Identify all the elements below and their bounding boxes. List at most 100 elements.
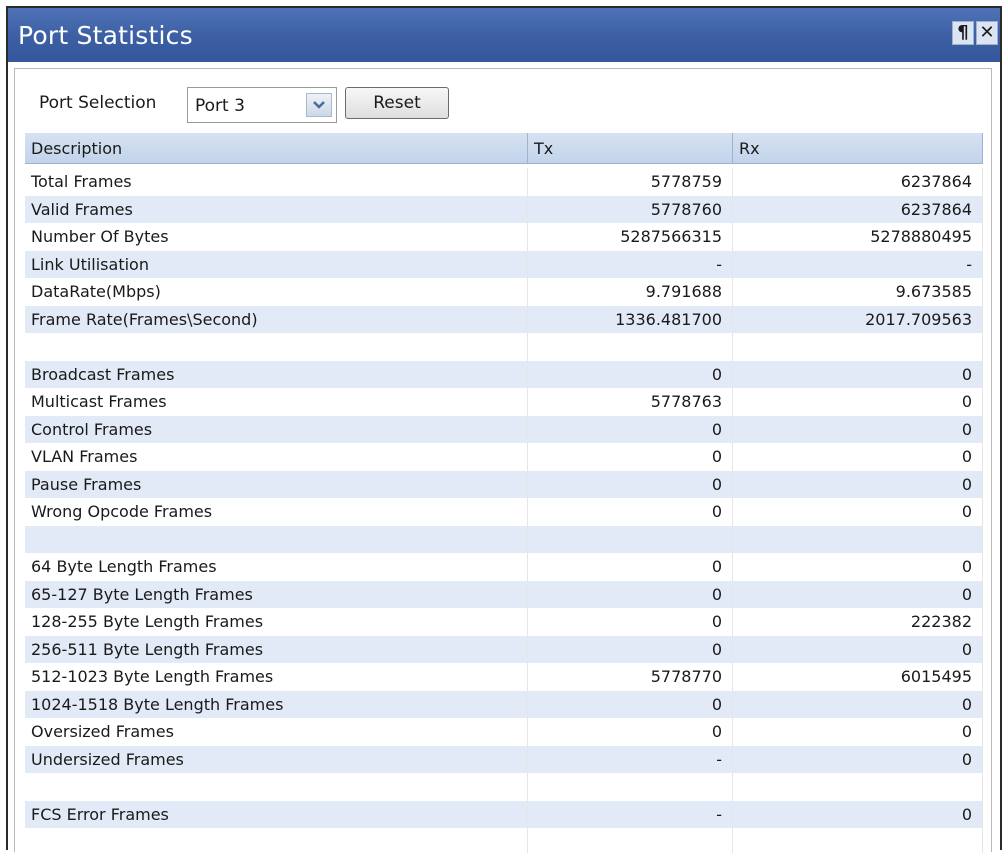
table-row[interactable]: Number Of Bytes 5287566315 5278880495 xyxy=(25,223,983,251)
table-row[interactable]: Valid Frames 5778760 6237864 xyxy=(25,195,983,223)
table-row[interactable]: Pause Frames 0 0 xyxy=(25,470,983,498)
title-bar: Port Statistics ¶ ✕ xyxy=(8,8,1000,62)
panel-content: Port Selection Port 3 Reset Description … xyxy=(14,68,992,853)
cell-rx xyxy=(733,525,983,553)
cell-rx: 222382 xyxy=(733,608,983,636)
table-header: Description Tx Rx xyxy=(25,133,983,164)
table-row[interactable]: Broadcast Frames 0 0 xyxy=(25,360,983,388)
cell-rx: 0 xyxy=(733,553,983,581)
cell-tx: 0 xyxy=(528,553,733,581)
table-row[interactable] xyxy=(25,333,983,361)
table-row[interactable]: VLAN Frames 0 0 xyxy=(25,443,983,471)
cell-rx: - xyxy=(733,250,983,278)
cell-description: Wrong Opcode Frames xyxy=(25,498,528,526)
cell-tx: - xyxy=(528,800,733,828)
cell-tx: 9.791688 xyxy=(528,278,733,306)
cell-rx: 0 xyxy=(733,360,983,388)
cell-rx: 0 xyxy=(733,388,983,416)
chevron-down-icon[interactable] xyxy=(306,93,332,117)
cell-rx xyxy=(733,828,983,853)
cell-tx: 0 xyxy=(528,443,733,471)
cell-description: Oversized Frames xyxy=(25,718,528,746)
cell-description xyxy=(25,333,528,361)
table-row[interactable]: 512-1023 Byte Length Frames 5778770 601549… xyxy=(25,663,983,691)
table-row[interactable]: 256-511 Byte Length Frames 0 0 xyxy=(25,635,983,663)
cell-description: 1024-1518 Byte Length Frames xyxy=(25,690,528,718)
close-icon[interactable]: ✕ xyxy=(976,21,998,45)
cell-description: 512-1023 Byte Length Frames xyxy=(25,663,528,691)
cell-rx: 0 xyxy=(733,745,983,773)
table-row[interactable] xyxy=(25,773,983,801)
table-row[interactable]: Multicast Frames 5778763 0 xyxy=(25,388,983,416)
cell-description: Undersized Frames xyxy=(25,745,528,773)
table-row[interactable] xyxy=(25,828,983,853)
cell-rx: 6237864 xyxy=(733,195,983,223)
cell-rx: 0 xyxy=(733,580,983,608)
cell-description: 128-255 Byte Length Frames xyxy=(25,608,528,636)
cell-description: Broadcast Frames xyxy=(25,360,528,388)
toolbar: Port Selection Port 3 Reset xyxy=(15,69,991,133)
window-title: Port Statistics xyxy=(18,20,193,50)
statistics-table: Description Tx Rx Total Frames 5778759 623… xyxy=(25,133,983,853)
cell-description: VLAN Frames xyxy=(25,443,528,471)
port-selection-value: Port 3 xyxy=(195,96,245,116)
header-description[interactable]: Description xyxy=(25,133,528,163)
cell-rx: 0 xyxy=(733,443,983,471)
cell-rx: 6237864 xyxy=(733,168,983,196)
cell-rx: 0 xyxy=(733,415,983,443)
table-row[interactable]: Wrong Opcode Frames 0 0 xyxy=(25,498,983,526)
cell-tx: 5778760 xyxy=(528,195,733,223)
cell-rx: 9.673585 xyxy=(733,278,983,306)
cell-description: Multicast Frames xyxy=(25,388,528,416)
port-selection-label: Port Selection xyxy=(39,93,157,113)
cell-description: Control Frames xyxy=(25,415,528,443)
cell-description: DataRate(Mbps) xyxy=(25,278,528,306)
table-row[interactable]: 128-255 Byte Length Frames 0 222382 xyxy=(25,608,983,636)
cell-description: Frame Rate(Frames\Second) xyxy=(25,305,528,333)
cell-tx xyxy=(528,773,733,801)
cell-tx: 0 xyxy=(528,635,733,663)
table-row[interactable]: Link Utilisation - - xyxy=(25,250,983,278)
cell-description xyxy=(25,773,528,801)
pin-icon[interactable]: ¶ xyxy=(952,21,974,45)
table-row[interactable]: 1024-1518 Byte Length Frames 0 0 xyxy=(25,690,983,718)
cell-tx: 0 xyxy=(528,690,733,718)
table-row[interactable]: FCS Error Frames -0 xyxy=(25,800,983,828)
cell-tx: - xyxy=(528,250,733,278)
table-row[interactable] xyxy=(25,525,983,553)
port-selection-dropdown[interactable]: Port 3 xyxy=(187,87,337,123)
cell-tx: 5778759 xyxy=(528,168,733,196)
table-row[interactable]: Total Frames 5778759 6237864 xyxy=(25,168,983,196)
cell-rx: 0 xyxy=(733,498,983,526)
reset-button[interactable]: Reset xyxy=(345,87,449,119)
table-row[interactable]: DataRate(Mbps) 9.791688 9.673585 xyxy=(25,278,983,306)
cell-tx xyxy=(528,525,733,553)
cell-description: Valid Frames xyxy=(25,195,528,223)
cell-description: 64 Byte Length Frames xyxy=(25,553,528,581)
table-row[interactable]: 64 Byte Length Frames 0 0 xyxy=(25,553,983,581)
cell-tx: 0 xyxy=(528,415,733,443)
table-body: Total Frames 5778759 6237864 Valid Frames 57… xyxy=(25,164,983,853)
header-rx[interactable]: Rx xyxy=(733,133,983,163)
cell-rx: 0 xyxy=(733,800,983,828)
table-row[interactable]: Control Frames 0 0 xyxy=(25,415,983,443)
table-row[interactable]: 65-127 Byte Length Frames 0 0 xyxy=(25,580,983,608)
cell-description: Number Of Bytes xyxy=(25,223,528,251)
table-row[interactable]: Undersized Frames -0 xyxy=(25,745,983,773)
cell-tx xyxy=(528,828,733,853)
table-row[interactable]: Frame Rate(Frames\Second) 1336.481700 2017… xyxy=(25,305,983,333)
cell-rx: 2017.709563 xyxy=(733,305,983,333)
cell-description: Pause Frames xyxy=(25,470,528,498)
cell-rx: 0 xyxy=(733,635,983,663)
cell-tx: 0 xyxy=(528,470,733,498)
cell-tx: 0 xyxy=(528,608,733,636)
cell-tx: 1336.481700 xyxy=(528,305,733,333)
cell-description: 256-511 Byte Length Frames xyxy=(25,635,528,663)
cell-description: Link Utilisation xyxy=(25,250,528,278)
header-tx[interactable]: Tx xyxy=(528,133,733,163)
cell-tx: 5287566315 xyxy=(528,223,733,251)
table-row[interactable]: Oversized Frames 0 0 xyxy=(25,718,983,746)
cell-rx xyxy=(733,333,983,361)
cell-tx: 0 xyxy=(528,580,733,608)
cell-rx: 5278880495 xyxy=(733,223,983,251)
